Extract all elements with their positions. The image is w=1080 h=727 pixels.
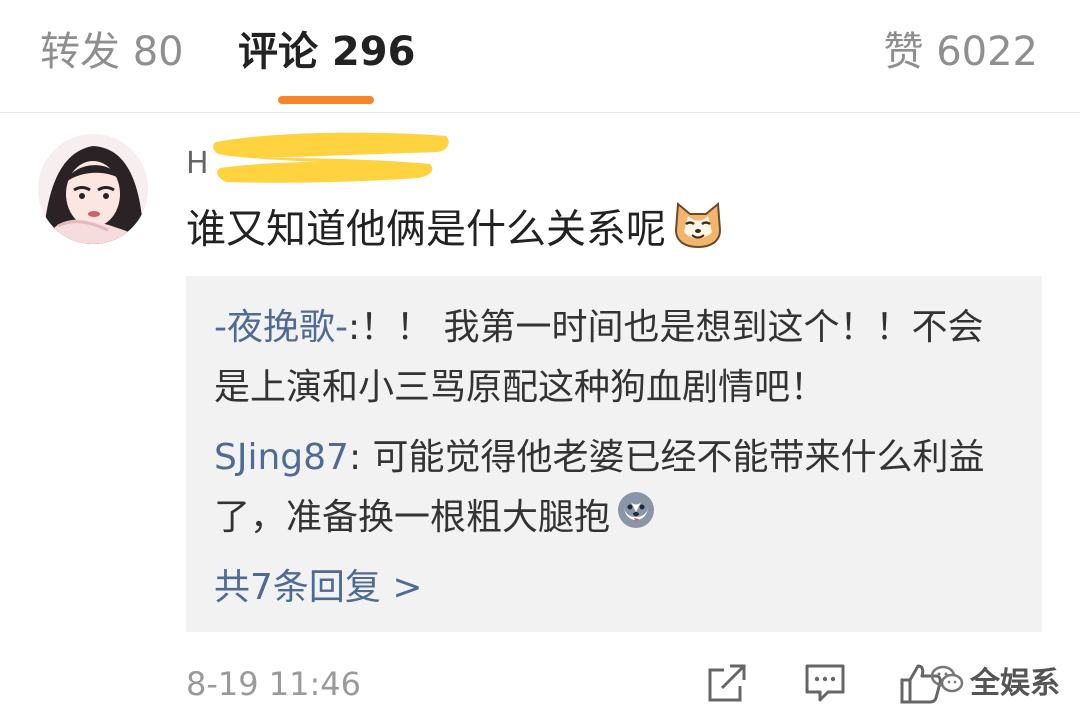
tab-comments[interactable]: 评论 296 (238, 28, 415, 76)
reply-item[interactable]: -夜挽歌-:！！ 我第一时间也是想到这个！！不会是上演和小三骂原配这种狗血剧情吧… (214, 298, 1014, 418)
username-text: H (186, 146, 209, 181)
wechat-icon (930, 664, 964, 705)
redaction-highlight (213, 132, 449, 183)
tab-bar: 转发 80 评论 296 赞 6022 (0, 0, 1080, 113)
view-all-replies-link[interactable]: 共7条回复 > (214, 558, 423, 618)
avatar-illustration (38, 134, 148, 244)
cat-face-icon (672, 200, 724, 263)
comment-icon[interactable] (802, 660, 848, 706)
comment-timestamp: 8-19 11:46 (186, 665, 362, 703)
comment-username[interactable]: H (186, 142, 209, 186)
avatar[interactable] (38, 134, 148, 244)
reply-item[interactable]: SJing87: 可能觉得他老婆已经不能带来什么利益了，准备换一根粗大腿抱 (214, 428, 1014, 549)
comment-text: 谁又知道他俩是什么关系呢 (186, 206, 666, 253)
reply-preview-box[interactable]: -夜挽歌-:！！ 我第一时间也是想到这个！！不会是上演和小三骂原配这种狗血剧情吧… (186, 276, 1042, 632)
tab-repost[interactable]: 转发 80 (40, 28, 184, 76)
reply-author[interactable]: -夜挽歌- (214, 307, 348, 348)
tab-likes[interactable]: 赞 6022 (883, 28, 1038, 76)
watermark-text: 全娱系 (970, 666, 1060, 701)
reply-author[interactable]: SJing87 (214, 437, 349, 478)
husky-face-icon (616, 489, 656, 549)
share-icon[interactable] (704, 660, 750, 706)
active-tab-indicator (278, 96, 374, 104)
watermark: 全娱系 (930, 664, 1060, 704)
comment-body: 谁又知道他俩是什么关系呢 (186, 200, 724, 263)
